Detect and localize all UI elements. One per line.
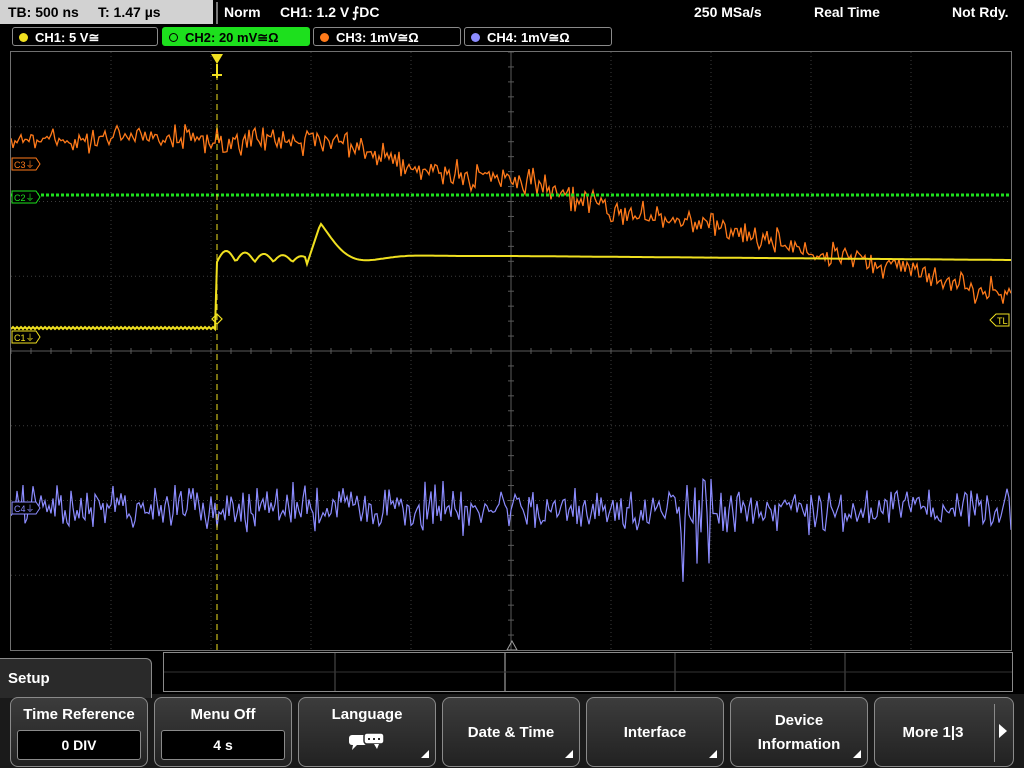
softkey-label: Time Reference [23,706,135,723]
center-marker-icon [506,639,518,650]
more-button[interactable]: More 1|3 [874,697,1014,767]
acquisition-status: Not Rdy. [952,4,1009,20]
softkey-label-line2: Information [757,736,841,753]
ch4-ground-marker[interactable]: C4⏚ [11,501,41,515]
ch2-dot-icon [169,33,178,42]
overview-grid [164,653,1012,691]
submenu-corner-icon [565,750,573,758]
sample-rate: 250 MSa/s [694,4,762,20]
ch3-dot-icon [320,33,329,42]
status-bar: TB: 500 ns T: 1.47 µs Norm CH1: 1.2 V ⨍D… [0,0,1024,25]
channel-tab-label: CH4: 1mV≅Ω [487,30,570,45]
ch3-marker-label: C3⏚ [14,160,35,170]
acquisition-mode: Real Time [814,4,880,20]
time-reference-button[interactable]: Time Reference 0 DIV [10,697,148,767]
device-information-button[interactable]: Device Information [730,697,868,767]
ch2-ground-marker[interactable]: C2⏚ [11,190,41,204]
status-separator [216,2,218,24]
channel-tab-label: CH1: 5 V≅ [35,30,100,45]
ch1-dot-icon [19,33,28,42]
timebase-box[interactable]: TB: 500 ns T: 1.47 µs [0,0,213,24]
ch3-ground-marker[interactable]: C3⏚ [11,157,41,171]
menu-off-value: 4 s [161,730,285,760]
waveform-display[interactable]: C3⏚ C2⏚ C1⏚ C4⏚ TL [10,51,1012,651]
softkey-label: Menu Off [190,706,256,723]
speech-bubbles-icon [349,732,385,750]
channel-tab-ch3[interactable]: CH3: 1mV≅Ω [313,27,461,46]
submenu-corner-icon [853,750,861,758]
menu-off-button[interactable]: Menu Off 4 s [154,697,292,767]
interface-button[interactable]: Interface [586,697,724,767]
ch1-marker-label: C1⏚ [14,333,35,343]
softkey-label: More 1|3 [902,724,964,741]
channel-tab-ch4[interactable]: CH4: 1mV≅Ω [464,27,612,46]
ch4-dot-icon [471,33,480,42]
softkey-divider [994,704,995,762]
timebase-readout: TB: 500 ns [8,4,79,20]
channel-tabs: CH1: 5 V≅ CH2: 20 mV≅Ω CH3: 1mV≅Ω CH4: 1… [0,25,1024,49]
submenu-corner-icon [421,750,429,758]
time-reference-value: 0 DIV [17,730,141,760]
graticule [11,52,1011,650]
channel-tab-label: CH2: 20 mV≅Ω [185,30,279,45]
channel-tab-ch2[interactable]: CH2: 20 mV≅Ω [162,27,310,46]
trigger-time-readout: T: 1.47 µs [98,4,161,20]
softkey-label-line1: Device [774,712,824,729]
channel-tab-ch1[interactable]: CH1: 5 V≅ [12,27,158,46]
softkey-label: Language [331,706,403,723]
waveform-canvas: C3⏚ C2⏚ C1⏚ C4⏚ TL [11,52,1011,650]
trigger-position-icon[interactable] [211,54,223,78]
ch2-marker-label: C2⏚ [14,193,35,203]
date-time-button[interactable]: Date & Time [442,697,580,767]
trigger-level-marker[interactable]: TL [989,313,1010,327]
ch1-ground-marker[interactable]: C1⏚ [11,330,41,344]
softkey-label: Interface [623,724,687,741]
trigger-level-label: TL [997,316,1008,326]
language-button[interactable]: Language [298,697,436,767]
next-page-icon [999,724,1007,738]
ch4-marker-label: C4⏚ [14,504,35,514]
trigger-source[interactable]: CH1: 1.2 V [280,0,349,24]
overview-strip[interactable] [163,652,1013,692]
trigger-mode[interactable]: Norm [224,0,261,24]
channel-tab-label: CH3: 1mV≅Ω [336,30,419,45]
trigger-edge[interactable]: ⨍DC [352,0,380,24]
softkey-label: Date & Time [467,724,555,741]
menu-title: Setup [0,658,152,698]
submenu-corner-icon [709,750,717,758]
